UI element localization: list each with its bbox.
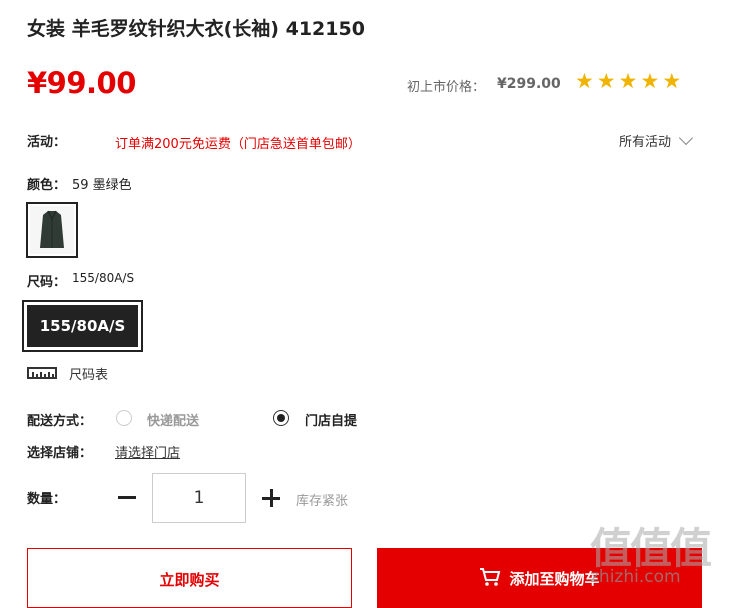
buy-now-button[interactable]: 立即购买 bbox=[27, 548, 352, 608]
star-icon: ★ bbox=[662, 69, 682, 93]
star-icon: ★ bbox=[618, 69, 638, 93]
color-value: 59 墨绿色 bbox=[72, 178, 132, 193]
sale-price: ¥99.00 bbox=[27, 66, 136, 100]
ruler-icon[interactable] bbox=[27, 367, 57, 379]
delivery-label: 配送方式： bbox=[27, 414, 93, 429]
promo-text: 订单满200元免运费（门店急送首单包邮） bbox=[115, 137, 361, 152]
select-store-link[interactable]: 请选择门店 bbox=[115, 442, 180, 461]
color-label: 颜色： bbox=[27, 178, 67, 193]
size-option-label: 155/80A/S bbox=[27, 305, 138, 347]
plus-icon-vertical bbox=[269, 489, 273, 507]
star-icon: ★ bbox=[596, 69, 616, 93]
product-title: 女装 羊毛罗纹针织大衣(长袖) 412150 bbox=[27, 18, 365, 40]
coat-thumbnail bbox=[30, 206, 74, 254]
watermark-domain: zhizhi.com bbox=[590, 567, 681, 587]
original-price-label: 初上市价格： bbox=[407, 80, 486, 95]
buy-now-label: 立即购买 bbox=[159, 571, 220, 589]
quantity-input[interactable]: 1 bbox=[152, 473, 246, 523]
size-label: 尺码： bbox=[27, 275, 67, 290]
size-value: 155/80A/S bbox=[72, 271, 135, 285]
add-to-cart-label: 添加至购物车 bbox=[509, 570, 600, 588]
store-pickup-label[interactable]: 门店自提 bbox=[305, 410, 357, 429]
original-price: ¥299.00 bbox=[497, 76, 561, 92]
cart-icon bbox=[480, 568, 501, 586]
size-chart-link[interactable]: 尺码表 bbox=[69, 364, 108, 383]
express-delivery-label[interactable]: 快递配送 bbox=[147, 410, 199, 429]
chevron-down-icon bbox=[678, 130, 694, 146]
rating-stars: ★ ★ ★ ★ ★ bbox=[575, 71, 681, 92]
store-pickup-radio[interactable] bbox=[273, 410, 289, 426]
stock-status: 库存紧张 bbox=[296, 494, 349, 509]
color-swatch[interactable] bbox=[26, 202, 78, 258]
decrease-quantity-button[interactable] bbox=[118, 496, 136, 499]
size-option-155-80a-s[interactable]: 155/80A/S bbox=[22, 300, 143, 352]
star-icon: ★ bbox=[575, 69, 594, 93]
express-delivery-radio[interactable] bbox=[116, 410, 132, 426]
coat-icon bbox=[40, 210, 64, 248]
star-icon: ★ bbox=[640, 69, 660, 93]
all-activities-toggle[interactable]: 所有活动 bbox=[619, 130, 694, 150]
quantity-label: 数量： bbox=[27, 492, 67, 507]
store-label: 选择店铺： bbox=[27, 446, 93, 461]
activity-label: 活动： bbox=[27, 135, 67, 150]
all-activities-label: 所有活动 bbox=[619, 135, 672, 150]
